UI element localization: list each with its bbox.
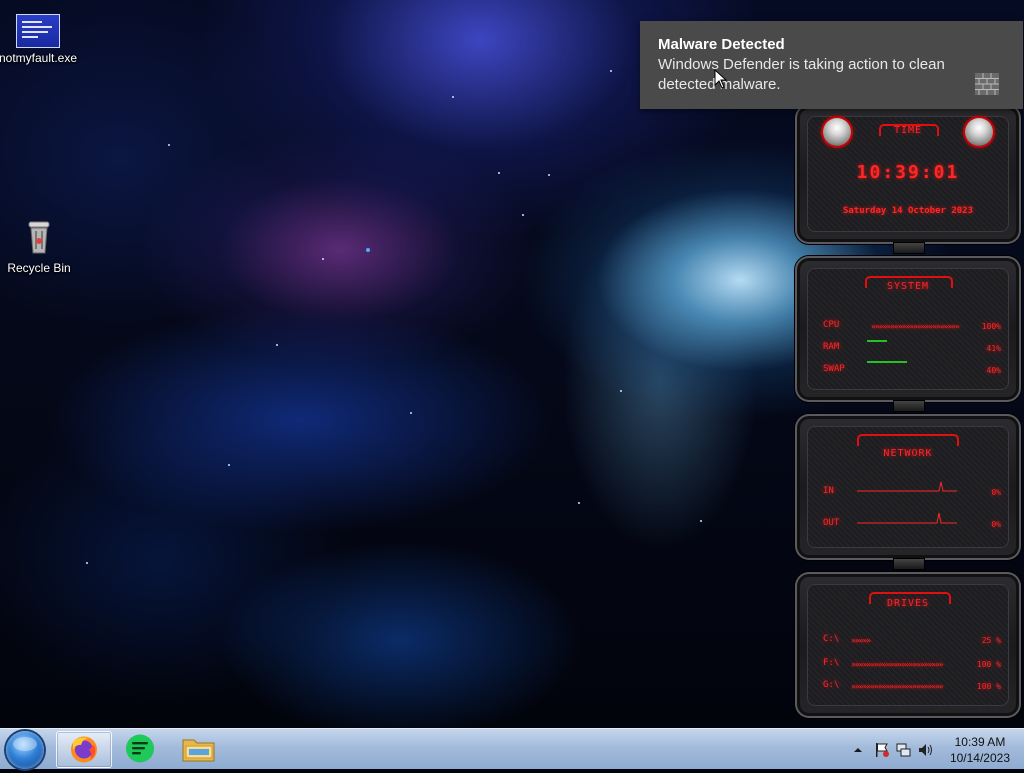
- taskbar-file-explorer-button[interactable]: [172, 731, 226, 766]
- drive-c-bar: »»»»»: [851, 636, 871, 645]
- mouse-cursor-icon: [714, 68, 728, 93]
- drive-c-label: C:\: [823, 634, 840, 644]
- system-panel: SYSTEM CPU »»»»»»»»»»»»»»»»»»»»»»» 100% …: [795, 256, 1021, 402]
- desktop-icon-label: Recycle Bin: [7, 261, 71, 275]
- ram-usage-bar: [867, 340, 887, 342]
- ram-value: 41%: [986, 344, 1001, 353]
- system-monitor-skin: TIME 10:39:01 Saturday 14 October 2023 S…: [795, 104, 1021, 718]
- drive-f-value: 100 %: [976, 660, 1001, 669]
- net-in-value: 0%: [991, 488, 1001, 497]
- show-hidden-icons-chevron-icon[interactable]: [852, 741, 866, 755]
- malware-notification[interactable]: Malware Detected Windows Defender is tak…: [640, 21, 1023, 109]
- ram-label: RAM: [823, 342, 840, 352]
- drive-g-label: G:\: [823, 680, 840, 690]
- action-center-flag-icon[interactable]: [874, 742, 889, 757]
- notification-body: Windows Defender is taking action to cle…: [658, 56, 945, 93]
- volume-icon[interactable]: [918, 742, 932, 756]
- drive-f-label: F:\: [823, 658, 840, 668]
- recycle-bin-icon: [23, 219, 55, 257]
- desktop-icon-label: notmyfault.exe: [0, 51, 78, 65]
- taskbar-firefox-button[interactable]: [56, 731, 112, 768]
- green-notes-icon: [126, 734, 154, 763]
- taskbar-notes-button[interactable]: [113, 731, 167, 766]
- system-panel-title: SYSTEM: [886, 281, 930, 292]
- time-panel-title: TIME: [893, 125, 923, 136]
- drive-g-bar: »»»»»»»»»»»»»»»»»»»»»»»»: [851, 682, 944, 691]
- firefox-icon: [71, 736, 97, 763]
- cpu-value: 100%: [981, 322, 1001, 331]
- swap-value: 40%: [986, 366, 1001, 375]
- start-button[interactable]: [6, 731, 44, 769]
- start-orb-icon: [13, 737, 37, 751]
- net-out-label: OUT: [823, 518, 840, 528]
- swap-usage-bar: [867, 361, 907, 363]
- taskbar: 10:39 AM 10/14/2023: [0, 728, 1024, 769]
- drive-g-value: 100 %: [976, 682, 1001, 691]
- network-icon[interactable]: [896, 742, 911, 757]
- drives-panel-title: DRIVES: [886, 598, 930, 609]
- folder-icon: [182, 739, 215, 762]
- notification-title: Malware Detected: [658, 36, 785, 53]
- cpu-usage-bar: »»»»»»»»»»»»»»»»»»»»»»»: [871, 322, 960, 331]
- drive-f-bar: »»»»»»»»»»»»»»»»»»»»»»»»: [851, 660, 944, 669]
- network-panel: NETWORK IN 0% OUT 0%: [795, 414, 1021, 560]
- network-panel-title: NETWORK: [883, 448, 933, 459]
- blue-screen-icon: [16, 14, 60, 48]
- taskbar-clock[interactable]: 10:39 AM 10/14/2023: [950, 734, 1010, 766]
- brick-wall-icon: [975, 73, 999, 95]
- drive-c-value: 25 %: [981, 636, 1001, 645]
- clock-date: 10/14/2023: [949, 751, 1010, 765]
- desktop-icon-recycle-bin[interactable]: Recycle Bin: [0, 219, 79, 275]
- system-tray: 10:39 AM 10/14/2023: [844, 729, 1024, 769]
- net-out-value: 0%: [991, 520, 1001, 529]
- net-in-label: IN: [823, 486, 834, 496]
- clock-readout: 10:39:01: [856, 162, 960, 183]
- desktop-icon-notmyfault[interactable]: notmyfault.exe: [0, 14, 78, 65]
- date-readout: Saturday 14 October 2023: [842, 206, 974, 216]
- net-in-graph: [857, 481, 957, 492]
- time-panel: TIME 10:39:01 Saturday 14 October 2023: [795, 104, 1021, 244]
- swap-label: SWAP: [823, 364, 845, 374]
- clock-time: 10:39 AM: [954, 735, 1006, 749]
- drives-panel: DRIVES C:\ »»»»» 25 % F:\ »»»»»»»»»»»»»»…: [795, 572, 1021, 718]
- cpu-label: CPU: [823, 320, 840, 330]
- net-out-graph: [857, 512, 957, 524]
